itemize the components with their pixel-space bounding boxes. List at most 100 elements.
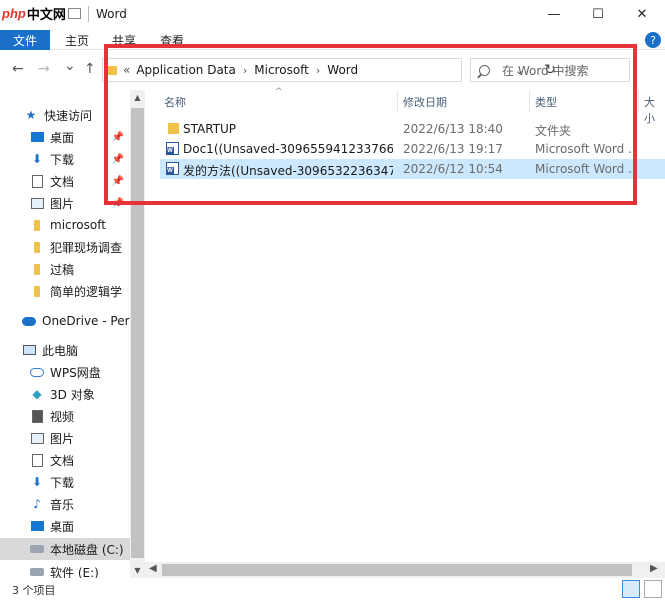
sidebar-item-downloads[interactable]: ⬇ 下载 📌 xyxy=(0,148,130,170)
sidebar-item-wps-drive[interactable]: WPS网盘 xyxy=(0,361,130,383)
breadcrumb-word[interactable]: Word xyxy=(327,63,358,77)
table-row[interactable]: Doc1((Unsaved-30965594123376617... 2022/… xyxy=(160,139,665,159)
search-box[interactable]: 在 Word 中搜索 xyxy=(470,58,630,82)
file-name: Doc1((Unsaved-30965594123376617... xyxy=(183,142,393,156)
sidebar-item-microsoft[interactable]: microsoft xyxy=(0,214,130,236)
column-header-name[interactable]: 名称 xyxy=(164,94,186,110)
sidebar-item-3d-objects[interactable]: ◆ 3D 对象 xyxy=(0,383,130,405)
folder-icon xyxy=(30,219,44,231)
sidebar-item-label: 下载 xyxy=(50,152,75,167)
address-overflow-icon[interactable]: « xyxy=(123,63,130,77)
sidebar-item-onedrive[interactable]: OneDrive - Perso xyxy=(0,310,130,332)
help-button[interactable]: ? xyxy=(645,32,661,48)
minimize-button[interactable]: — xyxy=(534,0,574,28)
tab-share[interactable]: 共享 xyxy=(112,32,136,49)
sidebar-scroll-thumb[interactable] xyxy=(131,108,144,558)
sidebar-item-label: 此电脑 xyxy=(42,343,79,358)
recent-locations-chevron-icon[interactable]: ⌄ xyxy=(64,58,76,74)
title-bar: php 中文网 Word — ☐ ✕ xyxy=(0,0,665,30)
sidebar-item-pc-pictures[interactable]: 图片 xyxy=(0,427,130,449)
sidebar-item-label: 3D 对象 xyxy=(50,387,95,402)
quick-access-folder-icon[interactable] xyxy=(68,8,81,19)
tab-home[interactable]: 主页 xyxy=(65,32,89,49)
breadcrumb-separator-icon[interactable]: › xyxy=(243,64,247,77)
table-row[interactable]: STARTUP 2022/6/13 18:40 文件夹 xyxy=(160,119,665,139)
document-icon xyxy=(30,453,44,467)
horizontal-scroll-thumb[interactable] xyxy=(162,564,632,576)
table-row[interactable]: 发的方法((Unsaved-30965322363472... 2022/6/1… xyxy=(160,159,665,179)
scroll-down-icon[interactable]: ▼ xyxy=(132,566,143,575)
sidebar-item-label: microsoft xyxy=(50,218,106,232)
site-logo: php 中文网 xyxy=(2,2,66,24)
sidebar-item-label: 图片 xyxy=(50,196,75,211)
sidebar-item-label: 桌面 xyxy=(50,519,75,534)
file-name: 发的方法((Unsaved-30965322363472... xyxy=(183,164,393,178)
sidebar-item-crime-scene[interactable]: 犯罪现场调查 xyxy=(0,236,130,258)
document-icon xyxy=(30,174,44,188)
sidebar-item-pc-documents[interactable]: 文档 xyxy=(0,449,130,471)
scroll-up-icon[interactable]: ▲ xyxy=(132,93,143,102)
folder-icon xyxy=(30,263,44,275)
close-button[interactable]: ✕ xyxy=(622,0,662,28)
file-modified: 2022/6/12 10:54 xyxy=(403,162,503,176)
sidebar-item-label: WPS网盘 xyxy=(50,365,101,380)
breadcrumb-application-data[interactable]: Application Data xyxy=(136,63,236,77)
logo-cn: 中文网 xyxy=(26,7,66,23)
address-bar[interactable]: « Application Data › Microsoft › Word ⌄ … xyxy=(102,58,556,82)
horizontal-scrollbar[interactable]: ◀ ▶ xyxy=(145,562,665,578)
sidebar-scrollbar[interactable]: ▲ ▼ xyxy=(130,90,145,578)
sidebar-item-drafts[interactable]: 过稿 xyxy=(0,258,130,280)
download-icon: ⬇ xyxy=(31,152,43,166)
navigation-pane: ★ 快速访问 桌面 📌 ⬇ 下载 📌 文档 📌 图片 📌 microsoft 犯… xyxy=(0,90,145,580)
scroll-left-icon[interactable]: ◀ xyxy=(149,563,157,574)
column-divider[interactable] xyxy=(529,90,530,112)
tab-view[interactable]: 查看 xyxy=(160,32,184,49)
column-divider[interactable] xyxy=(638,90,639,112)
up-arrow-icon[interactable]: ↑ xyxy=(84,61,96,77)
forward-arrow-icon[interactable]: → xyxy=(38,61,50,77)
column-header-modified[interactable]: 修改日期 xyxy=(403,94,447,110)
picture-icon xyxy=(30,432,44,444)
pin-icon[interactable]: 📌 xyxy=(112,154,124,165)
sidebar-item-local-disk-c[interactable]: 本地磁盘 (C:) xyxy=(0,538,130,560)
sidebar-item-logic[interactable]: 简单的逻辑学 xyxy=(0,280,130,302)
pin-icon[interactable]: 📌 xyxy=(112,132,124,143)
sidebar-item-music[interactable]: ♪ 音乐 xyxy=(0,493,130,515)
search-placeholder: 在 Word 中搜索 xyxy=(502,63,589,78)
file-type: Microsoft Word ... xyxy=(535,162,635,176)
drive-icon xyxy=(30,543,44,555)
sidebar-item-quick-access[interactable]: ★ 快速访问 xyxy=(0,104,130,126)
large-icons-view-icon[interactable] xyxy=(644,580,662,598)
pin-icon[interactable]: 📌 xyxy=(112,176,124,187)
sidebar-item-pictures[interactable]: 图片 📌 xyxy=(0,192,130,214)
sidebar-item-label: 文档 xyxy=(50,174,75,189)
pin-icon[interactable]: 📌 xyxy=(112,198,124,209)
sidebar-item-videos[interactable]: 视频 xyxy=(0,405,130,427)
column-divider[interactable] xyxy=(397,90,398,112)
cloud-icon xyxy=(22,315,36,327)
sort-ascending-icon: ^ xyxy=(275,87,283,97)
column-header-type[interactable]: 类型 xyxy=(535,94,557,110)
sidebar-item-this-pc[interactable]: 此电脑 xyxy=(0,339,130,361)
tab-file[interactable]: 文件 xyxy=(0,30,50,50)
breadcrumb-microsoft[interactable]: Microsoft xyxy=(254,63,309,77)
star-icon: ★ xyxy=(25,108,37,122)
details-view-icon[interactable] xyxy=(622,580,640,598)
file-modified: 2022/6/13 18:40 xyxy=(403,122,503,136)
back-arrow-icon[interactable]: ← xyxy=(12,61,24,77)
file-modified: 2022/6/13 19:17 xyxy=(403,142,503,156)
scroll-right-icon[interactable]: ▶ xyxy=(650,563,658,574)
sidebar-item-label: OneDrive - Perso xyxy=(42,314,130,328)
sidebar-item-pc-desktop[interactable]: 桌面 xyxy=(0,515,130,537)
download-icon: ⬇ xyxy=(31,475,43,489)
sidebar-item-documents[interactable]: 文档 📌 xyxy=(0,170,130,192)
title-separator xyxy=(88,6,89,22)
maximize-button[interactable]: ☐ xyxy=(578,0,618,28)
address-folder-icon xyxy=(107,65,117,75)
sidebar-item-desktop[interactable]: 桌面 📌 xyxy=(0,126,130,148)
cloud-outline-icon xyxy=(30,366,44,378)
sidebar-item-pc-downloads[interactable]: ⬇ 下载 xyxy=(0,471,130,493)
picture-icon xyxy=(30,197,44,209)
breadcrumb-separator-icon[interactable]: › xyxy=(316,64,320,77)
sidebar-item-label: 音乐 xyxy=(50,497,75,512)
